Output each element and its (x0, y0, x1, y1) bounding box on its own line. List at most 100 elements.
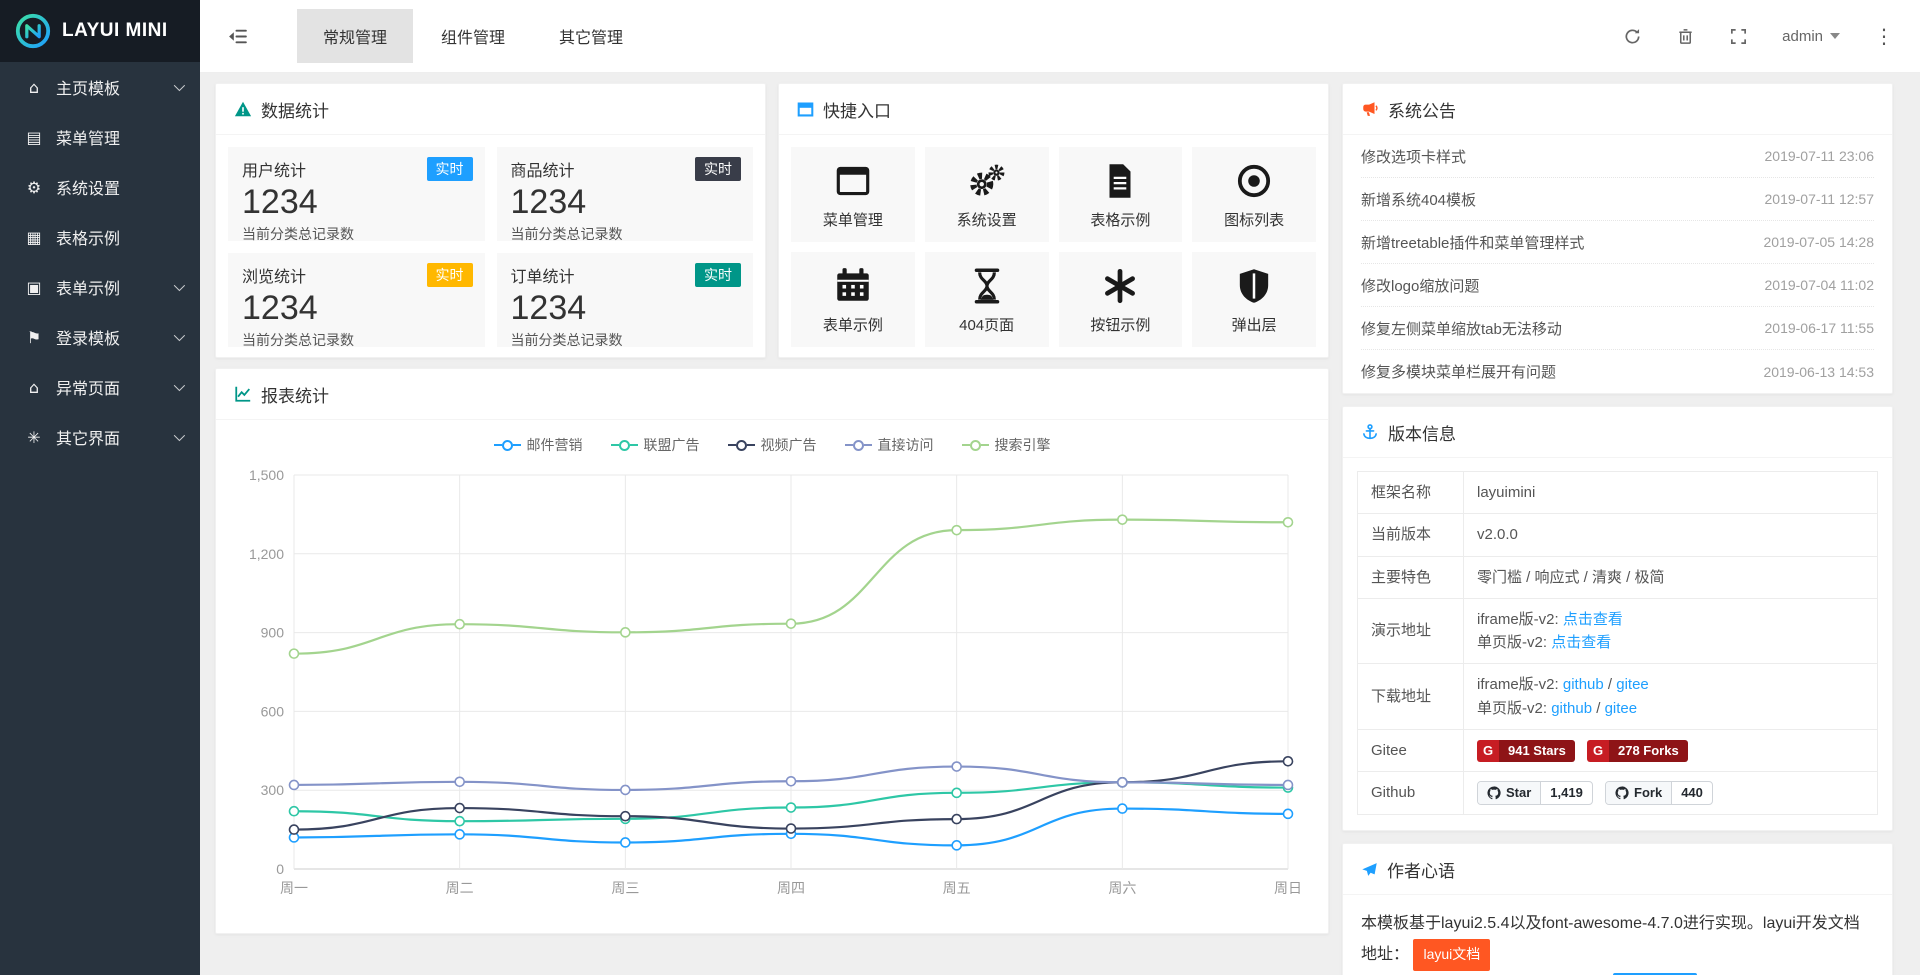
notice-item: 修改logo缩放问题 2019-07-04 11:02 (1361, 264, 1874, 307)
svg-text:1,500: 1,500 (249, 467, 284, 483)
octocat-icon (1487, 786, 1501, 800)
layui-doc-badge[interactable]: layui文档 (1413, 939, 1490, 971)
svg-text:周日: 周日 (1274, 880, 1302, 896)
more-options-icon[interactable]: ⋮ (1874, 24, 1894, 48)
notice-item: 修改选项卡样式 2019-07-11 23:06 (1361, 135, 1874, 178)
quick-item-system-settings[interactable]: 系统设置 (925, 147, 1049, 242)
octocat-icon (1615, 786, 1629, 800)
app: LAYUI MINI ⌂ 主页模板 ▤ 菜单管理 ⚙ 系统设置 ▦ 表格示例 ▣… (0, 0, 1920, 975)
clear-cache-icon[interactable] (1676, 27, 1695, 46)
gitee-forks-badge[interactable]: G 278 Forks (1587, 740, 1688, 762)
window-icon (832, 160, 874, 202)
chevron-down-icon (174, 380, 185, 391)
refresh-icon[interactable] (1623, 27, 1642, 46)
sidebar-item-login-template[interactable]: ⚑ 登录模板 (0, 312, 200, 362)
stat-card-goods: 商品统计 1234 当前分类总记录数 实时 (497, 147, 754, 241)
download-github-link[interactable]: github (1551, 700, 1592, 717)
stat-badge: 实时 (427, 263, 473, 287)
stats-panel: 数据统计 用户统计 1234 当前分类总记录数 实时 商品统计 1 (215, 83, 766, 358)
version-panel: 版本信息 框架名称 layuimini 当前版本 v2.0.0 (1342, 406, 1893, 831)
tab-other-manage[interactable]: 其它管理 (532, 0, 650, 72)
gitee-logo-icon: G (1477, 740, 1499, 762)
sidebar-item-menu-manage[interactable]: ▤ 菜单管理 (0, 112, 200, 162)
table-row: 演示地址 iframe版-v2: 点击查看 单页版-v2: 点击查看 (1358, 598, 1878, 664)
svg-text:1,200: 1,200 (249, 546, 284, 562)
error-page-icon: ⌂ (22, 378, 46, 397)
github-fork-badge[interactable]: Fork 440 (1605, 781, 1713, 805)
gitee-stars-badge[interactable]: G 941 Stars (1477, 740, 1575, 762)
sidebar-item-form-example[interactable]: ▣ 表单示例 (0, 262, 200, 312)
author-panel-header: 作者心语 (1343, 844, 1892, 895)
stat-badge: 实时 (695, 157, 741, 181)
download-gitee-link[interactable]: gitee (1605, 700, 1638, 717)
logo: LAYUI MINI (0, 0, 200, 62)
table-row: 下载地址 iframe版-v2: github / gitee 单页版-v2: … (1358, 664, 1878, 730)
warning-triangle-icon (234, 100, 252, 118)
username: admin (1782, 28, 1823, 45)
legend-marker (970, 440, 981, 451)
fullscreen-icon[interactable] (1729, 27, 1748, 46)
cogs-icon (966, 160, 1008, 202)
legend-item[interactable]: 直接访问 (845, 435, 934, 455)
chevron-down-icon (174, 330, 185, 341)
svg-text:周二: 周二 (446, 880, 474, 896)
gitee-logo-icon: G (1587, 740, 1609, 762)
header: 常规管理 组件管理 其它管理 (200, 0, 1920, 73)
demo-iframe-link[interactable]: 点击查看 (1563, 611, 1623, 628)
tab-component-manage[interactable]: 组件管理 (414, 0, 532, 72)
tab-general-manage[interactable]: 常规管理 (296, 0, 414, 72)
legend-item[interactable]: 搜索引擎 (962, 435, 1051, 455)
sidebar-item-other-ui[interactable]: ✳ 其它界面 (0, 412, 200, 462)
anchor-icon (1361, 423, 1379, 441)
legend-item[interactable]: 视频广告 (728, 435, 817, 455)
sidebar-collapse-button[interactable] (200, 0, 274, 72)
table-row: 框架名称 layuimini (1358, 472, 1878, 514)
download-gitee-link[interactable]: gitee (1616, 676, 1649, 693)
content: 数据统计 用户统计 1234 当前分类总记录数 实时 商品统计 1 (200, 73, 1920, 975)
svg-text:周四: 周四 (777, 880, 805, 896)
legend-item[interactable]: 联盟广告 (611, 435, 700, 455)
legend-marker (619, 440, 630, 451)
version-panel-header: 版本信息 (1343, 407, 1892, 458)
svg-text:0: 0 (276, 861, 284, 877)
asterisk-icon (1099, 265, 1141, 307)
file-text-icon (1099, 160, 1141, 202)
gears-icon: ⚙ (22, 178, 46, 197)
panel-title: 版本信息 (1388, 420, 1456, 445)
user-menu[interactable]: admin (1782, 28, 1840, 45)
table-row: Github Star (1358, 772, 1878, 815)
stats-panel-header: 数据统计 (216, 84, 765, 135)
layui-logo-icon (14, 12, 52, 50)
quick-item-menu-manage[interactable]: 菜单管理 (791, 147, 915, 242)
right-column: 系统公告 修改选项卡样式 2019-07-11 23:06 新增系统404模板 … (1342, 83, 1893, 975)
panel-title: 作者心语 (1387, 857, 1455, 882)
svg-text:周三: 周三 (611, 880, 639, 896)
quick-item-icon-list[interactable]: 图标列表 (1192, 147, 1316, 242)
sidebar-item-home[interactable]: ⌂ 主页模板 (0, 62, 200, 112)
legend-item[interactable]: 邮件营销 (494, 435, 583, 455)
panel-title: 报表统计 (261, 382, 329, 407)
svg-text:周一: 周一 (280, 880, 308, 896)
sidebar-item-table-example[interactable]: ▦ 表格示例 (0, 212, 200, 262)
quick-entry-panel: 快捷入口 菜单管理 (778, 83, 1329, 358)
demo-spa-link[interactable]: 点击查看 (1551, 634, 1611, 651)
misc-icon: ✳ (22, 428, 46, 447)
dot-circle-icon (1233, 160, 1275, 202)
download-github-link[interactable]: github (1563, 676, 1604, 693)
github-star-badge[interactable]: Star 1,419 (1477, 781, 1593, 805)
stat-badge: 实时 (427, 157, 473, 181)
calendar-icon (832, 265, 874, 307)
panel-title: 数据统计 (261, 97, 329, 122)
chevron-down-icon (174, 430, 185, 441)
shield-icon (1233, 265, 1275, 307)
chevron-down-icon (174, 280, 185, 291)
panel-title: 快捷入口 (823, 97, 891, 122)
quick-item-404-page[interactable]: 404页面 (925, 252, 1049, 347)
quick-item-form-example[interactable]: 表单示例 (791, 252, 915, 347)
sidebar-item-system-settings[interactable]: ⚙ 系统设置 (0, 162, 200, 212)
quick-grid: 菜单管理 (779, 135, 1328, 359)
sidebar-item-error-pages[interactable]: ⌂ 异常页面 (0, 362, 200, 412)
quick-item-button-example[interactable]: 按钮示例 (1059, 252, 1183, 347)
quick-item-table-example[interactable]: 表格示例 (1059, 147, 1183, 242)
quick-item-popup-layer[interactable]: 弹出层 (1192, 252, 1316, 347)
